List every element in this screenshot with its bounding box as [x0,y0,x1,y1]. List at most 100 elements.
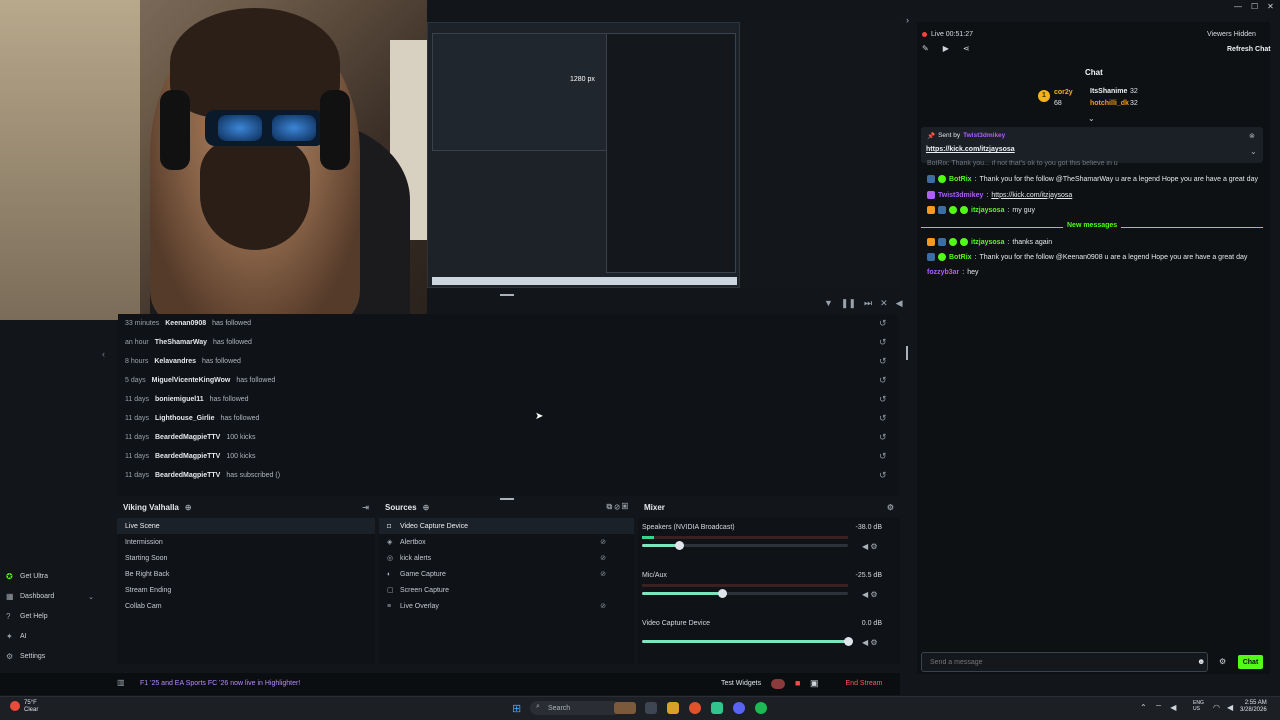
activity-scrollbar[interactable] [906,346,908,360]
verified-badge-icon [938,253,946,261]
stats-icon[interactable]: ▥ [117,678,125,687]
replay-icon[interactable]: ↺ [879,375,887,386]
streamlabs-icon[interactable] [711,702,723,714]
chevron-down-icon[interactable]: ⌄ [1250,147,1257,156]
nav-settings[interactable]: ⚙ Settings [6,652,45,661]
end-stream-button[interactable]: End Stream [836,676,892,691]
browser-icon[interactable] [689,702,701,714]
discord-icon[interactable] [733,702,745,714]
filter-icon[interactable]: ▼ [824,298,833,309]
file-explorer-icon[interactable] [667,702,679,714]
task-view-icon[interactable] [645,702,657,714]
replay-icon[interactable]: ↺ [879,394,887,405]
nav-get-help[interactable]: ? Get Help [6,612,48,621]
source-item[interactable]: ◎ kick alerts ⊘ [379,550,634,566]
visibility-icon[interactable]: ⊘ [600,570,606,578]
chevron-left-icon[interactable]: ‹ [102,349,105,359]
weather-widget[interactable]: 75°F Clear [24,700,38,714]
mute-icon[interactable]: ◀ ⚙ [862,638,878,647]
tray-chevron-icon[interactable]: ⌃ [1140,703,1147,713]
scene-collection-title[interactable]: Viking Valhalla [123,503,179,512]
gamepad-icon: ◐ [387,570,392,578]
chat-input[interactable] [922,653,1192,671]
emoji-icon[interactable]: ☻ [1197,657,1205,666]
pinned-message[interactable]: 📌 Sent by Twist3dmikey https://kick.com/… [921,127,1263,163]
record-toggle[interactable] [771,679,785,689]
scene-item[interactable]: Be Right Back [117,566,375,582]
add-scene-icon[interactable]: ⊕ [185,503,192,512]
source-item[interactable]: ▢ Screen Capture [379,582,634,598]
scene-item[interactable]: Live Scene [117,518,375,534]
source-item[interactable]: ◐ Game Capture ⊘ [379,566,634,582]
visibility-icon[interactable]: ⊘ [600,602,606,610]
nav-get-ultra[interactable]: ✪ Get Ultra [6,572,48,581]
network-icon[interactable]: ⌔ [1155,703,1163,713]
source-item[interactable]: ◘ Video Capture Device [379,518,634,534]
visibility-icon[interactable]: ⊘ [600,554,606,562]
weather-icon[interactable] [10,701,20,711]
record-icon[interactable]: ■ [795,678,800,688]
chevron-down-icon[interactable]: ⌄ [1088,114,1095,123]
stream-preview[interactable] [427,22,740,288]
source-item[interactable]: ◈ Alertbox ⊘ [379,534,634,550]
mute-alerts-icon[interactable]: ✕ [880,298,888,309]
maximize-icon[interactable]: ☐ [1251,2,1258,11]
volume-tray-icon[interactable]: ◀ [1227,703,1233,712]
add-source-icon[interactable]: ⊕ [423,503,430,512]
replay-icon[interactable]: ↺ [879,470,887,481]
scene-item[interactable]: Collab Cam [117,598,375,614]
volume-slider[interactable] [642,637,853,646]
resize-handle[interactable] [500,294,514,296]
edit-icon[interactable]: ✎ [922,44,929,53]
volume-slider[interactable] [642,541,848,550]
taskbar-widget-icon[interactable] [614,702,636,714]
mute-icon[interactable]: ◀ ⚙ [862,542,878,551]
send-chat-button[interactable]: Chat [1238,655,1263,669]
clip-icon[interactable]: ▶ [943,44,949,53]
minimize-icon[interactable]: — [1234,2,1242,11]
bot-badge-icon [927,253,935,261]
visibility-icon[interactable]: ⊘ [600,538,606,546]
leader-name[interactable]: cor2y [1054,89,1073,96]
unpin-icon[interactable]: ⊗ [1249,132,1255,140]
language-indicator[interactable]: ENG US [1193,700,1204,712]
close-icon[interactable]: ✕ [1267,2,1274,11]
wifi-icon[interactable]: ◠ [1213,703,1220,712]
replay-icon[interactable]: ↺ [879,451,887,462]
replay-icon[interactable]: ↺ [879,356,887,367]
scene-item[interactable]: Intermission [117,534,375,550]
collapse-chevron-icon[interactable]: › [906,15,909,25]
replay-buffer-icon[interactable]: ▣ [810,678,819,689]
source-tools-icon[interactable]: ⧉ ⊘ ▣ [607,502,628,512]
volume-icon[interactable]: ◀ [896,298,903,309]
skip-icon[interactable]: ⏭ [864,298,872,309]
speaker-icon[interactable]: ◀ [1170,703,1176,713]
chat-settings-gear-icon[interactable]: ⚙ [1219,657,1226,666]
pinned-link[interactable]: https://kick.com/itzjaysosa [926,146,1015,153]
replay-icon[interactable]: ↺ [879,318,887,329]
replay-icon[interactable]: ↺ [879,337,887,348]
leader-name[interactable]: ItsShanime [1090,88,1127,95]
source-item[interactable]: ≡ Live Overlay ⊘ [379,598,634,614]
replay-icon[interactable]: ↺ [879,413,887,424]
mute-icon[interactable]: ◀ ⚙ [862,590,878,599]
scene-transition-icon[interactable]: ⇥ [362,503,369,512]
taskbar-clock[interactable]: 2:55 AM 3/28/2026 [1240,700,1267,714]
taskbar-search[interactable]: ⌕ Search [530,701,620,715]
scene-item[interactable]: Starting Soon [117,550,375,566]
pause-icon[interactable]: ❚❚ [841,298,856,309]
share-icon[interactable]: ⋖ [963,44,970,53]
replay-icon[interactable]: ↺ [879,432,887,443]
leader-name[interactable]: hotchilli_dk [1090,100,1129,107]
windows-start-icon[interactable]: ⊞ [512,702,521,715]
test-widgets-button[interactable]: Test Widgets [721,680,761,687]
scene-item[interactable]: Stream Ending [117,582,375,598]
refresh-chat-button[interactable]: Refresh Chat [1227,46,1271,53]
mixer-settings-icon[interactable]: ⚙ [887,503,894,512]
spotify-icon[interactable] [755,702,767,714]
volume-slider[interactable] [642,589,848,598]
viewers-hidden-label[interactable]: Viewers Hidden [1207,31,1256,38]
nav-ai[interactable]: ✦ AI [6,632,27,641]
nav-dashboard[interactable]: ▦ Dashboard ⌄ [6,592,94,601]
highlighter-promo[interactable]: F1 '25 and EA Sports FC '26 now live in … [140,680,300,687]
